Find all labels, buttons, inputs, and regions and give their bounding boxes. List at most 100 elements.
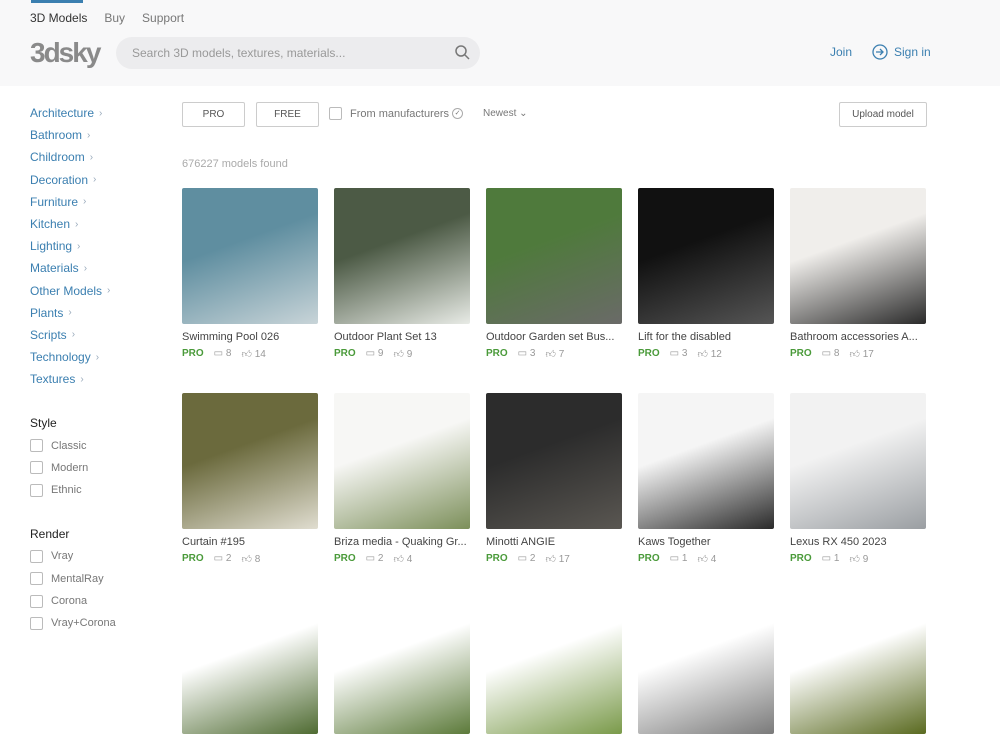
checkbox[interactable] bbox=[30, 461, 43, 475]
render-heading: Render bbox=[30, 527, 70, 542]
category-link[interactable]: Decoration › bbox=[30, 169, 116, 191]
tab-3d-models[interactable]: 3D Models bbox=[30, 11, 87, 25]
checkbox[interactable] bbox=[30, 483, 43, 497]
model-card[interactable] bbox=[486, 598, 622, 734]
pro-badge: PRO bbox=[182, 348, 204, 359]
category-link[interactable]: Lighting › bbox=[30, 235, 116, 257]
comment-icon: ▭ bbox=[669, 348, 680, 359]
category-link[interactable]: Scripts › bbox=[30, 324, 116, 346]
model-title[interactable]: Swimming Pool 026 bbox=[182, 331, 318, 343]
model-thumbnail[interactable] bbox=[790, 393, 926, 529]
model-title[interactable]: Lift for the disabled bbox=[638, 331, 774, 343]
render-option[interactable]: Vray+Corona bbox=[30, 612, 116, 634]
model-thumbnail[interactable] bbox=[486, 393, 622, 529]
tab-support[interactable]: Support bbox=[142, 11, 184, 25]
upload-model-button[interactable]: Upload model bbox=[839, 102, 927, 127]
model-thumbnail[interactable] bbox=[790, 188, 926, 324]
likes-count: 👍︎ 17 bbox=[545, 554, 570, 565]
model-card[interactable]: Lift for the disabled PRO ▭ 3 👍︎ 12 bbox=[638, 188, 774, 360]
checkbox[interactable] bbox=[30, 616, 43, 630]
checkbox[interactable] bbox=[30, 549, 43, 563]
join-link[interactable]: Join bbox=[830, 45, 852, 59]
likes-count: 👍︎ 4 bbox=[697, 554, 717, 565]
pro-badge: PRO bbox=[638, 348, 660, 359]
comment-icon: ▭ bbox=[821, 348, 832, 359]
checkbox[interactable] bbox=[329, 107, 342, 120]
tab-buy[interactable]: Buy bbox=[104, 11, 125, 25]
pro-filter-button[interactable]: PRO bbox=[182, 102, 245, 127]
option-label: Ethnic bbox=[51, 484, 82, 497]
model-title[interactable]: Minotti ANGIE bbox=[486, 536, 622, 548]
search-icon[interactable] bbox=[454, 44, 470, 60]
category-link[interactable]: Childroom › bbox=[30, 146, 116, 168]
render-option[interactable]: Corona bbox=[30, 590, 116, 612]
model-thumbnail[interactable] bbox=[182, 598, 318, 734]
thumbs-up-icon: 👍︎ bbox=[545, 554, 556, 565]
category-link[interactable]: Architecture › bbox=[30, 102, 116, 124]
checkbox[interactable] bbox=[30, 439, 43, 453]
model-card[interactable]: Minotti ANGIE PRO ▭ 2 👍︎ 17 bbox=[486, 393, 622, 565]
model-card[interactable] bbox=[638, 598, 774, 734]
sign-in-link[interactable]: Sign in bbox=[872, 44, 931, 60]
option-label: Vray bbox=[51, 550, 74, 563]
model-card[interactable]: Swimming Pool 026 PRO ▭ 8 👍︎ 14 bbox=[182, 188, 318, 360]
category-link[interactable]: Materials › bbox=[30, 257, 116, 279]
sort-dropdown[interactable]: Newest ⌄ bbox=[483, 108, 528, 119]
model-thumbnail[interactable] bbox=[182, 393, 318, 529]
free-filter-button[interactable]: FREE bbox=[256, 102, 319, 127]
model-thumbnail[interactable] bbox=[790, 598, 926, 734]
model-title[interactable]: Curtain #195 bbox=[182, 536, 318, 548]
category-link[interactable]: Textures › bbox=[30, 368, 116, 390]
style-option[interactable]: Classic bbox=[30, 434, 116, 456]
model-meta: PRO ▭ 2 👍︎ 8 bbox=[182, 553, 318, 565]
chevron-right-icon: › bbox=[107, 285, 111, 297]
model-title[interactable]: Outdoor Garden set Bus... bbox=[486, 331, 622, 343]
checkbox[interactable] bbox=[30, 572, 43, 586]
render-option[interactable]: Vray bbox=[30, 545, 116, 567]
model-thumbnail[interactable] bbox=[182, 188, 318, 324]
manufacturers-checkbox[interactable]: From manufacturers ✓ bbox=[329, 107, 464, 120]
model-meta: PRO ▭ 9 👍︎ 9 bbox=[334, 348, 470, 360]
model-thumbnail[interactable] bbox=[334, 188, 470, 324]
model-title[interactable]: Bathroom accessories A... bbox=[790, 331, 926, 343]
model-meta: PRO ▭ 3 👍︎ 12 bbox=[638, 348, 774, 360]
model-thumbnail[interactable] bbox=[334, 393, 470, 529]
model-title[interactable]: Outdoor Plant Set 13 bbox=[334, 331, 470, 343]
model-card[interactable]: Outdoor Garden set Bus... PRO ▭ 3 👍︎ 7 bbox=[486, 188, 622, 360]
model-card[interactable]: Briza media - Quaking Gr... PRO ▭ 2 👍︎ 4 bbox=[334, 393, 470, 565]
likes-count: 👍︎ 12 bbox=[697, 349, 722, 360]
model-card[interactable] bbox=[790, 598, 926, 734]
chevron-right-icon: › bbox=[75, 218, 79, 230]
style-option[interactable]: Ethnic bbox=[30, 479, 116, 501]
category-link[interactable]: Bathroom › bbox=[30, 124, 116, 146]
model-card[interactable] bbox=[182, 598, 318, 734]
logo[interactable]: 3dsky bbox=[30, 37, 101, 69]
category-link[interactable]: Plants › bbox=[30, 302, 116, 324]
chevron-right-icon: › bbox=[71, 329, 76, 341]
category-link[interactable]: Kitchen › bbox=[30, 213, 116, 235]
style-option[interactable]: Modern bbox=[30, 457, 116, 479]
model-title[interactable]: Lexus RX 450 2023 bbox=[790, 536, 926, 548]
model-thumbnail[interactable] bbox=[638, 188, 774, 324]
model-title[interactable]: Briza media - Quaking Gr... bbox=[334, 536, 470, 548]
chevron-right-icon: › bbox=[68, 307, 72, 319]
model-thumbnail[interactable] bbox=[486, 598, 622, 734]
category-link[interactable]: Other Models › bbox=[30, 280, 116, 302]
model-thumbnail[interactable] bbox=[638, 393, 774, 529]
category-label: Bathroom bbox=[30, 128, 83, 143]
model-thumbnail[interactable] bbox=[638, 598, 774, 734]
model-card[interactable]: Outdoor Plant Set 13 PRO ▭ 9 👍︎ 9 bbox=[334, 188, 470, 360]
category-link[interactable]: Technology › bbox=[30, 346, 116, 368]
category-link[interactable]: Furniture › bbox=[30, 191, 116, 213]
checkbox[interactable] bbox=[30, 594, 43, 608]
model-thumbnail[interactable] bbox=[486, 188, 622, 324]
model-card[interactable]: Lexus RX 450 2023 PRO ▭ 1 👍︎ 9 bbox=[790, 393, 926, 565]
model-card[interactable]: Bathroom accessories A... PRO ▭ 8 👍︎ 17 bbox=[790, 188, 926, 360]
search-input[interactable]: Search 3D models, textures, materials... bbox=[116, 37, 480, 69]
model-card[interactable] bbox=[334, 598, 470, 734]
model-card[interactable]: Curtain #195 PRO ▭ 2 👍︎ 8 bbox=[182, 393, 318, 565]
render-option[interactable]: MentalRay bbox=[30, 568, 116, 590]
model-title[interactable]: Kaws Together bbox=[638, 536, 774, 548]
model-thumbnail[interactable] bbox=[334, 598, 470, 734]
model-card[interactable]: Kaws Together PRO ▭ 1 👍︎ 4 bbox=[638, 393, 774, 565]
